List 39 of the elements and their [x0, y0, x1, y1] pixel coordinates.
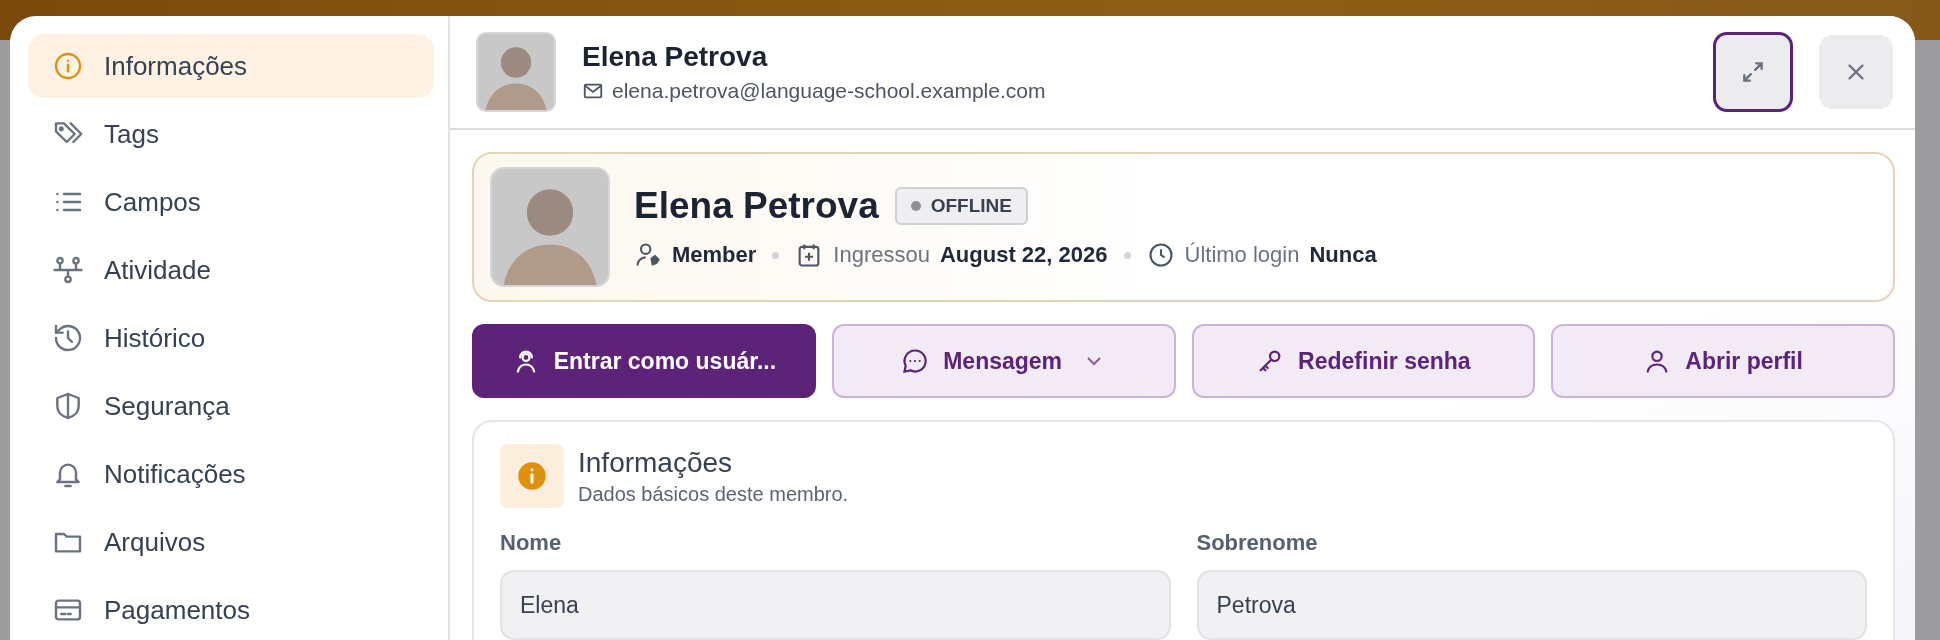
last-login-value: Nunca	[1309, 242, 1377, 268]
sidebar-item[interactable]: Segurança	[28, 374, 434, 438]
sidebar-item[interactable]: Campos	[28, 170, 434, 234]
status-badge: OFFLINE	[894, 187, 1028, 225]
field-label: Nome	[500, 530, 563, 556]
sidebar-item[interactable]: Tags	[28, 102, 434, 166]
field-label: Sobrenome	[1196, 530, 1319, 556]
history-icon	[52, 322, 84, 354]
sidebar-item[interactable]: Informações	[28, 34, 434, 98]
user-tag-icon	[634, 241, 662, 269]
role-text: Member	[672, 242, 757, 268]
sidebar-item[interactable]: Arquivos	[28, 510, 434, 574]
last-login-label: Último login	[1184, 242, 1300, 268]
member-name: Elena Petrova	[582, 41, 769, 73]
profile-name: Elena Petrova	[634, 185, 879, 227]
info-icon	[500, 444, 564, 508]
expand-icon	[1740, 59, 1766, 85]
info-icon	[52, 50, 84, 82]
sidebar-item[interactable]: Atividade	[28, 238, 434, 302]
joined-date: August 22, 2026	[940, 242, 1108, 268]
reset-password-button[interactable]: Redefinir senha	[1191, 324, 1536, 398]
section-subtitle: Dados básicos deste membro.	[578, 482, 849, 506]
open-profile-button[interactable]: Abrir perfil	[1551, 324, 1895, 398]
clock-icon	[1146, 241, 1175, 269]
nodes-icon	[52, 254, 84, 286]
input-field[interactable]: Petrova	[1196, 570, 1867, 640]
impersonate-button[interactable]: Entrar como usuár...	[472, 324, 816, 398]
email-text: elena.petrova@language-school.example.com	[612, 79, 1046, 103]
separator-dot	[772, 251, 780, 259]
joined-label: Ingressou	[833, 242, 930, 268]
chat-icon	[901, 347, 930, 375]
message-button[interactable]: Mensagem	[831, 324, 1176, 398]
input-field[interactable]: Elena	[500, 570, 1171, 640]
expand-button[interactable]	[1713, 32, 1793, 112]
section-title: Informações	[578, 446, 734, 479]
separator-dot	[1123, 251, 1131, 259]
sidebar-item[interactable]: Notificações	[28, 442, 434, 506]
sidebar-item[interactable]: Pagamentos	[28, 578, 434, 640]
sidebar-item[interactable]: Histórico	[28, 306, 434, 370]
